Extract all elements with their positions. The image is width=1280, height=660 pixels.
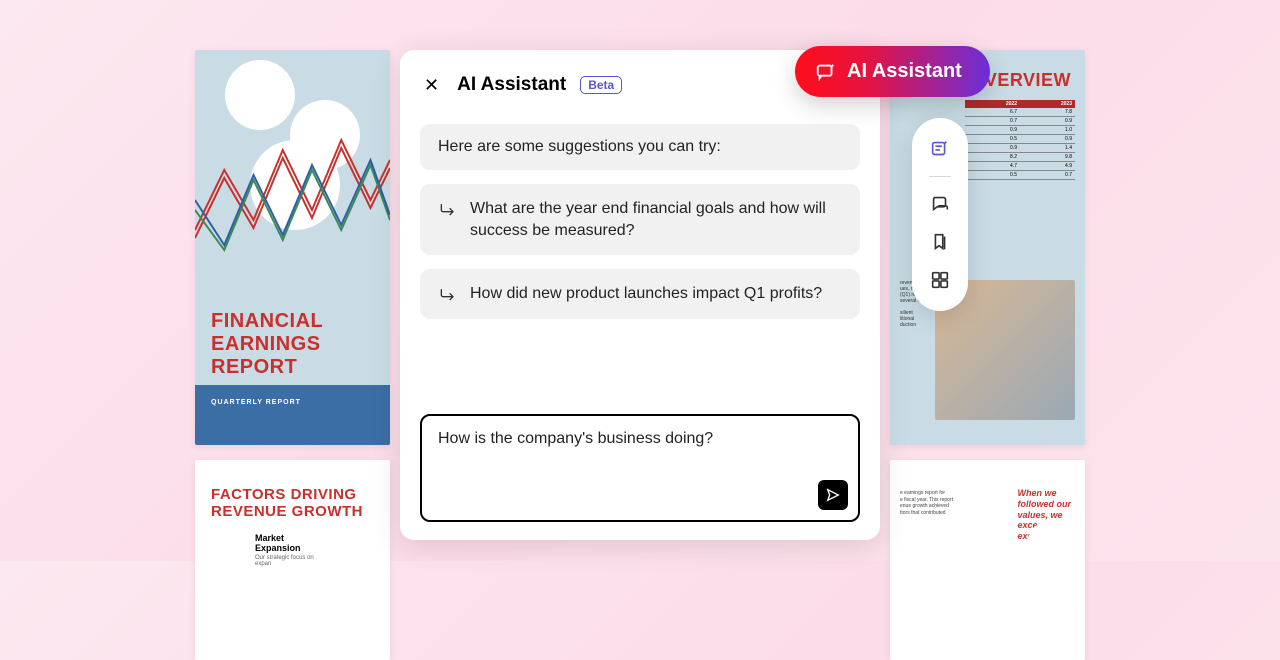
bg-doc-bottom-right: e earnings report for e fiscal year. Thi…	[890, 460, 1085, 660]
toolbar-grid-icon[interactable]	[925, 265, 955, 295]
prompt-input[interactable]: How is the company's business doing?	[420, 414, 860, 522]
pill-label: AI Assistant	[847, 60, 962, 83]
intro-bubble: Here are some suggestions you can try:	[420, 124, 860, 170]
decorative-circle	[1027, 520, 1077, 570]
panel-title: AI Assistant	[457, 74, 566, 96]
right-toolbar	[912, 118, 968, 311]
toolbar-comment-icon[interactable]	[925, 189, 955, 219]
mini-table: 20222023 6.77.8 0.70.9 0.91.0 0.50.9 0.9…	[965, 100, 1075, 180]
bg-doc-top-left: FINANCIAL EARNINGS REPORT QUARTERLY REPO…	[195, 50, 390, 445]
send-button[interactable]	[818, 480, 848, 510]
ai-assistant-panel: ✕ AI Assistant Beta Here are some sugges…	[400, 50, 880, 540]
doc-title: FINANCIAL EARNINGS REPORT	[211, 310, 323, 379]
subhead: Market Expansion	[195, 527, 390, 555]
toolbar-ai-icon[interactable]	[925, 134, 955, 164]
send-icon	[825, 487, 841, 503]
reply-arrow-icon	[438, 285, 458, 305]
suggestion-text: What are the year end financial goals an…	[470, 198, 842, 241]
prompt-text: How is the company's business doing?	[438, 430, 842, 448]
close-icon[interactable]: ✕	[420, 72, 443, 98]
separator	[929, 176, 951, 177]
bg-doc-bottom-left: FACTORS DRIVING REVENUE GROWTH Market Ex…	[195, 460, 390, 660]
suggestion-1[interactable]: What are the year end financial goals an…	[420, 184, 860, 255]
beta-badge: Beta	[580, 76, 622, 94]
suggestion-text: How did new product launches impact Q1 p…	[470, 283, 842, 305]
doc-subtitle: QUARTERLY REPORT	[195, 385, 390, 420]
paragraph: e earnings report for e fiscal year. Thi…	[900, 490, 1000, 516]
doc-title: FACTORS DRIVING REVENUE GROWTH	[195, 460, 390, 527]
suggestion-2[interactable]: How did new product launches impact Q1 p…	[420, 269, 860, 319]
toolbar-bookmark-icon[interactable]	[925, 227, 955, 257]
ai-assistant-pill-button[interactable]: AI Assistant	[795, 46, 990, 97]
chat-sparkle-icon	[815, 61, 837, 83]
reply-arrow-icon	[438, 200, 458, 220]
